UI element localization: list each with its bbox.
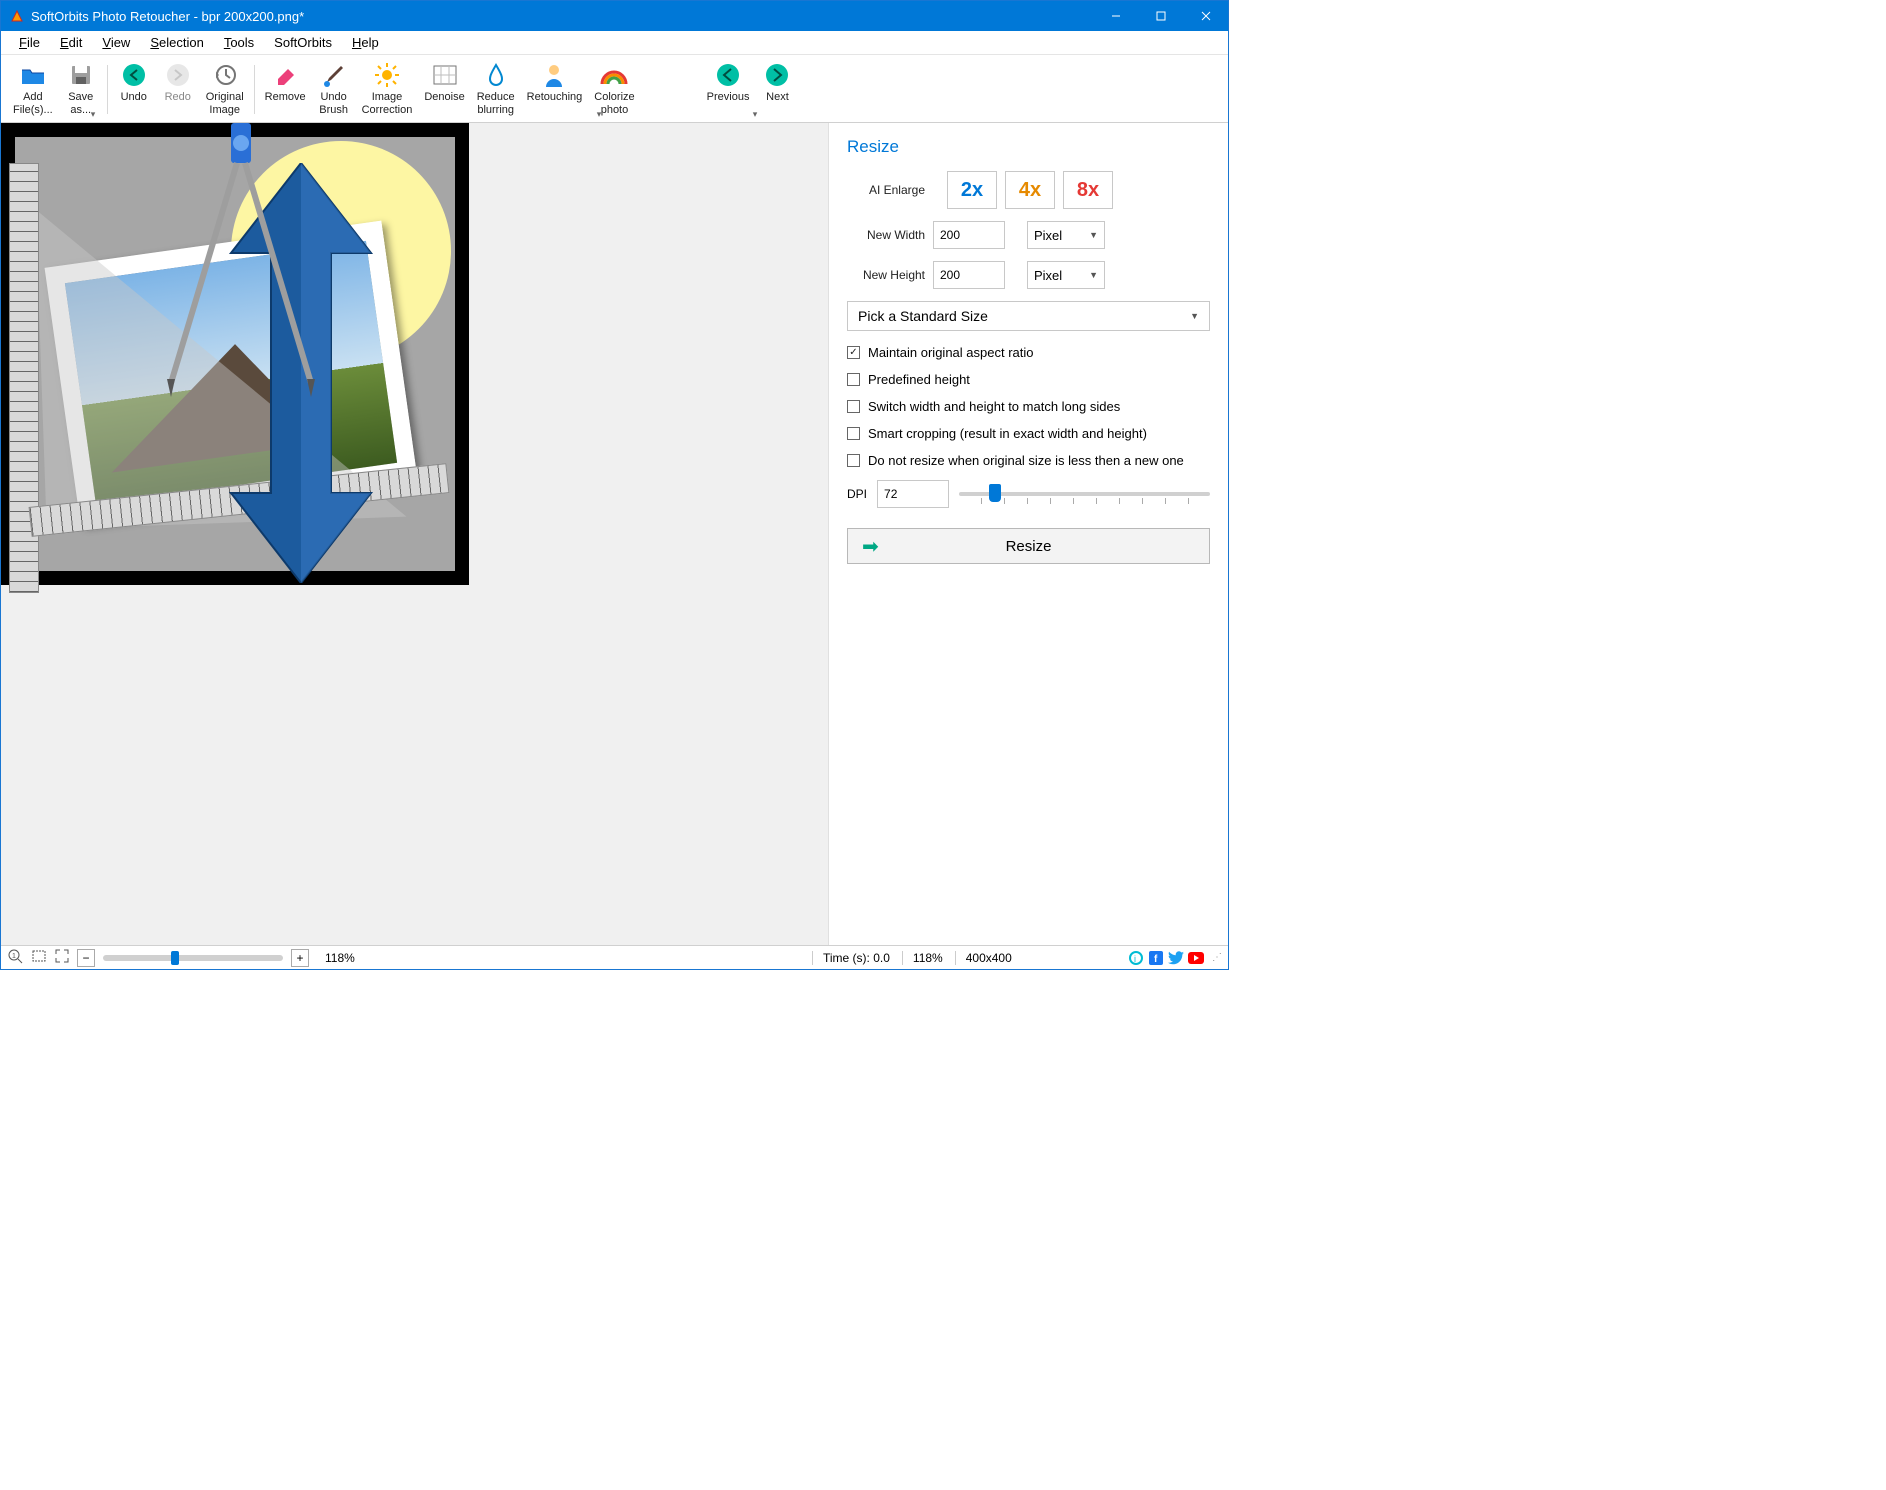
resize-panel: Resize AI Enlarge 2x 4x 8x New Width Pix… [828, 123, 1228, 945]
image-correction-button[interactable]: Image Correction [356, 59, 419, 118]
remove-button[interactable]: Remove [259, 59, 312, 106]
svg-text:i: i [1134, 954, 1136, 964]
height-unit-select[interactable]: Pixel▼ [1027, 261, 1105, 289]
ai-enlarge-label: AI Enlarge [847, 183, 925, 197]
new-height-label: New Height [847, 268, 925, 282]
menu-file[interactable]: File [9, 33, 50, 52]
fit-screen-icon[interactable] [31, 948, 47, 967]
next-icon [763, 61, 791, 89]
minimize-button[interactable] [1093, 1, 1138, 31]
facebook-icon[interactable]: f [1148, 950, 1164, 966]
overflow-icon[interactable]: ▾ [751, 109, 759, 120]
brush-icon [320, 61, 348, 89]
status-bar-right: Time (s): 0.0 118% 400x400 i f ⋰ [806, 945, 1228, 969]
canvas-area[interactable] [1, 123, 828, 945]
dpi-slider[interactable] [959, 481, 1210, 507]
predefined-height-label: Predefined height [868, 372, 970, 387]
no-resize-label: Do not resize when original size is less… [868, 453, 1184, 468]
menu-edit[interactable]: Edit [50, 33, 92, 52]
status-dimensions: 400x400 [955, 951, 1022, 965]
person-icon [540, 61, 568, 89]
save-icon [67, 61, 95, 89]
expand-icon[interactable] [55, 949, 69, 966]
eraser-icon [271, 61, 299, 89]
chevron-down-icon: ▼ [1190, 311, 1199, 321]
resize-button[interactable]: ➡ Resize [847, 528, 1210, 564]
enlarge-4x-button[interactable]: 4x [1005, 171, 1055, 209]
chevron-down-icon: ▼ [1089, 270, 1098, 280]
svg-text:1: 1 [12, 953, 16, 960]
chevron-down-icon: ▼ [1089, 230, 1098, 240]
droplet-icon [482, 61, 510, 89]
sun-icon [373, 61, 401, 89]
redo-icon [164, 61, 192, 89]
dpi-label: DPI [847, 487, 867, 501]
smart-cropping-checkbox[interactable] [847, 427, 860, 440]
status-zoom: 118% [902, 951, 953, 965]
redo-button[interactable]: Redo [156, 59, 200, 106]
enlarge-8x-button[interactable]: 8x [1063, 171, 1113, 209]
image-preview [1, 123, 469, 585]
twitter-icon[interactable] [1168, 950, 1184, 966]
previous-icon [714, 61, 742, 89]
retouching-button[interactable]: Retouching [521, 59, 589, 106]
close-button[interactable] [1183, 1, 1228, 31]
undo-button[interactable]: Undo [112, 59, 156, 106]
history-icon [211, 61, 239, 89]
zoom-in-button[interactable]: + [291, 949, 309, 967]
zoom-reset-icon[interactable]: 1 [7, 948, 23, 967]
maintain-aspect-label: Maintain original aspect ratio [868, 345, 1033, 360]
predefined-height-checkbox[interactable] [847, 373, 860, 386]
menubar: File Edit View Selection Tools SoftOrbit… [1, 31, 1228, 55]
folder-open-icon [19, 61, 47, 89]
maximize-button[interactable] [1138, 1, 1183, 31]
add-files-button[interactable]: Add File(s)... [7, 59, 59, 118]
undo-icon [120, 61, 148, 89]
standard-size-select[interactable]: Pick a Standard Size ▼ [847, 301, 1210, 331]
next-button[interactable]: Next [755, 59, 799, 106]
zoom-percent: 118% [325, 951, 355, 965]
rainbow-icon [600, 61, 628, 89]
grid-icon [431, 61, 459, 89]
arrow-right-icon: ➡ [862, 534, 879, 559]
previous-button[interactable]: Previous [701, 59, 756, 106]
info-icon[interactable]: i [1128, 950, 1144, 966]
enlarge-2x-button[interactable]: 2x [947, 171, 997, 209]
zoom-out-button[interactable]: − [77, 949, 95, 967]
new-width-input[interactable] [933, 221, 1005, 249]
status-bar-left: 1 − + 118% [1, 945, 806, 969]
reduce-blurring-button[interactable]: Reduce blurring [471, 59, 521, 118]
menu-help[interactable]: Help [342, 33, 389, 52]
toolbar: Add File(s)... Save as... ▾ Undo Redo Or… [1, 55, 1228, 123]
overflow-icon[interactable]: ▾ [89, 109, 97, 120]
menu-view[interactable]: View [92, 33, 140, 52]
titlebar: SoftOrbits Photo Retoucher - bpr 200x200… [1, 1, 1228, 31]
width-unit-select[interactable]: Pixel▼ [1027, 221, 1105, 249]
undo-brush-button[interactable]: Undo Brush [312, 59, 356, 118]
new-height-input[interactable] [933, 261, 1005, 289]
status-time: Time (s): 0.0 [812, 951, 900, 965]
overflow-icon[interactable]: ▾ [595, 109, 603, 120]
menu-selection[interactable]: Selection [140, 33, 213, 52]
panel-heading: Resize [847, 137, 1210, 157]
no-resize-checkbox[interactable] [847, 454, 860, 467]
resize-grip-icon[interactable]: ⋰ [1212, 952, 1222, 963]
menu-softorbits[interactable]: SoftOrbits [264, 33, 342, 52]
youtube-icon[interactable] [1188, 950, 1204, 966]
switch-wh-checkbox[interactable] [847, 400, 860, 413]
menu-tools[interactable]: Tools [214, 33, 264, 52]
dpi-input[interactable] [877, 480, 949, 508]
denoise-button[interactable]: Denoise [418, 59, 470, 106]
app-icon [9, 8, 25, 24]
smart-cropping-label: Smart cropping (result in exact width an… [868, 426, 1147, 441]
switch-wh-label: Switch width and height to match long si… [868, 399, 1120, 414]
maintain-aspect-checkbox[interactable] [847, 346, 860, 359]
original-image-button[interactable]: Original Image [200, 59, 250, 118]
new-width-label: New Width [847, 228, 925, 242]
zoom-slider[interactable] [103, 955, 283, 961]
window-title: SoftOrbits Photo Retoucher - bpr 200x200… [31, 9, 1093, 24]
